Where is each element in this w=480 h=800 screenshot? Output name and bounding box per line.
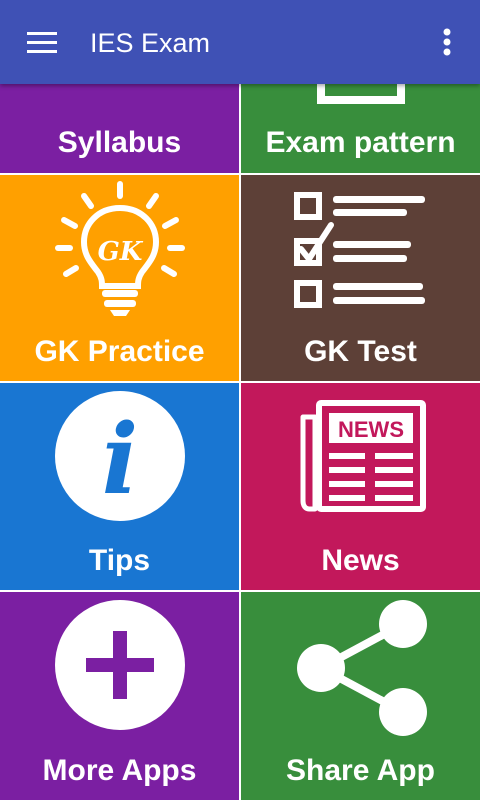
share-icon: [296, 600, 427, 736]
tile-label: GK Practice: [34, 335, 205, 368]
tile-label: Tips: [88, 544, 151, 577]
gk-icon-text: GK: [97, 237, 143, 267]
overflow-menu-button[interactable]: [428, 22, 466, 62]
news-icon-text: NEWS: [338, 417, 404, 442]
more-vert-icon: [443, 28, 451, 56]
tile-label: More Apps: [42, 754, 197, 787]
menu-grid: Syllabus Exam pattern GK GK Practice GK …: [0, 0, 480, 800]
plus-icon: [54, 600, 185, 730]
tile-news[interactable]: NEWS News: [241, 383, 480, 590]
checklist-icon: [293, 192, 425, 308]
tile-label: Exam pattern: [265, 126, 456, 159]
hamburger-menu-icon: [27, 32, 57, 53]
tile-more-apps[interactable]: More Apps: [0, 592, 239, 800]
lightbulb-gk-icon: GK: [54, 181, 185, 316]
tile-share-app[interactable]: Share App: [241, 592, 480, 800]
info-icon-text: i: [101, 403, 137, 516]
tile-label: Share App: [286, 754, 435, 787]
info-icon: i: [54, 391, 185, 521]
app-title: IES Exam: [90, 28, 211, 58]
tile-label: News: [321, 544, 400, 577]
tile-label: Syllabus: [57, 126, 182, 159]
tile-label: GK Test: [304, 335, 417, 368]
app-bar: IES Exam: [0, 0, 480, 84]
newspaper-icon: NEWS: [300, 400, 426, 512]
tile-gk-test[interactable]: GK Test: [241, 175, 480, 381]
tile-tips[interactable]: i Tips: [0, 383, 239, 590]
tile-gk-practice[interactable]: GK GK Practice: [0, 175, 239, 381]
menu-button[interactable]: [14, 24, 70, 62]
